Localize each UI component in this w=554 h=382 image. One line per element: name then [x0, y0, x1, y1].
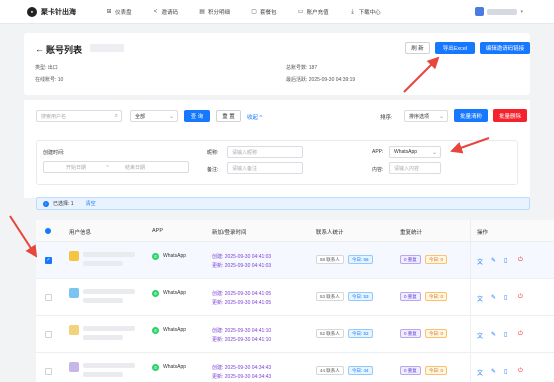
arrow-to-app-select — [450, 137, 490, 154]
annotation-arrows — [9, 56, 490, 258]
arrow-to-checkbox — [9, 215, 38, 258]
arrow-to-export — [403, 56, 440, 93]
